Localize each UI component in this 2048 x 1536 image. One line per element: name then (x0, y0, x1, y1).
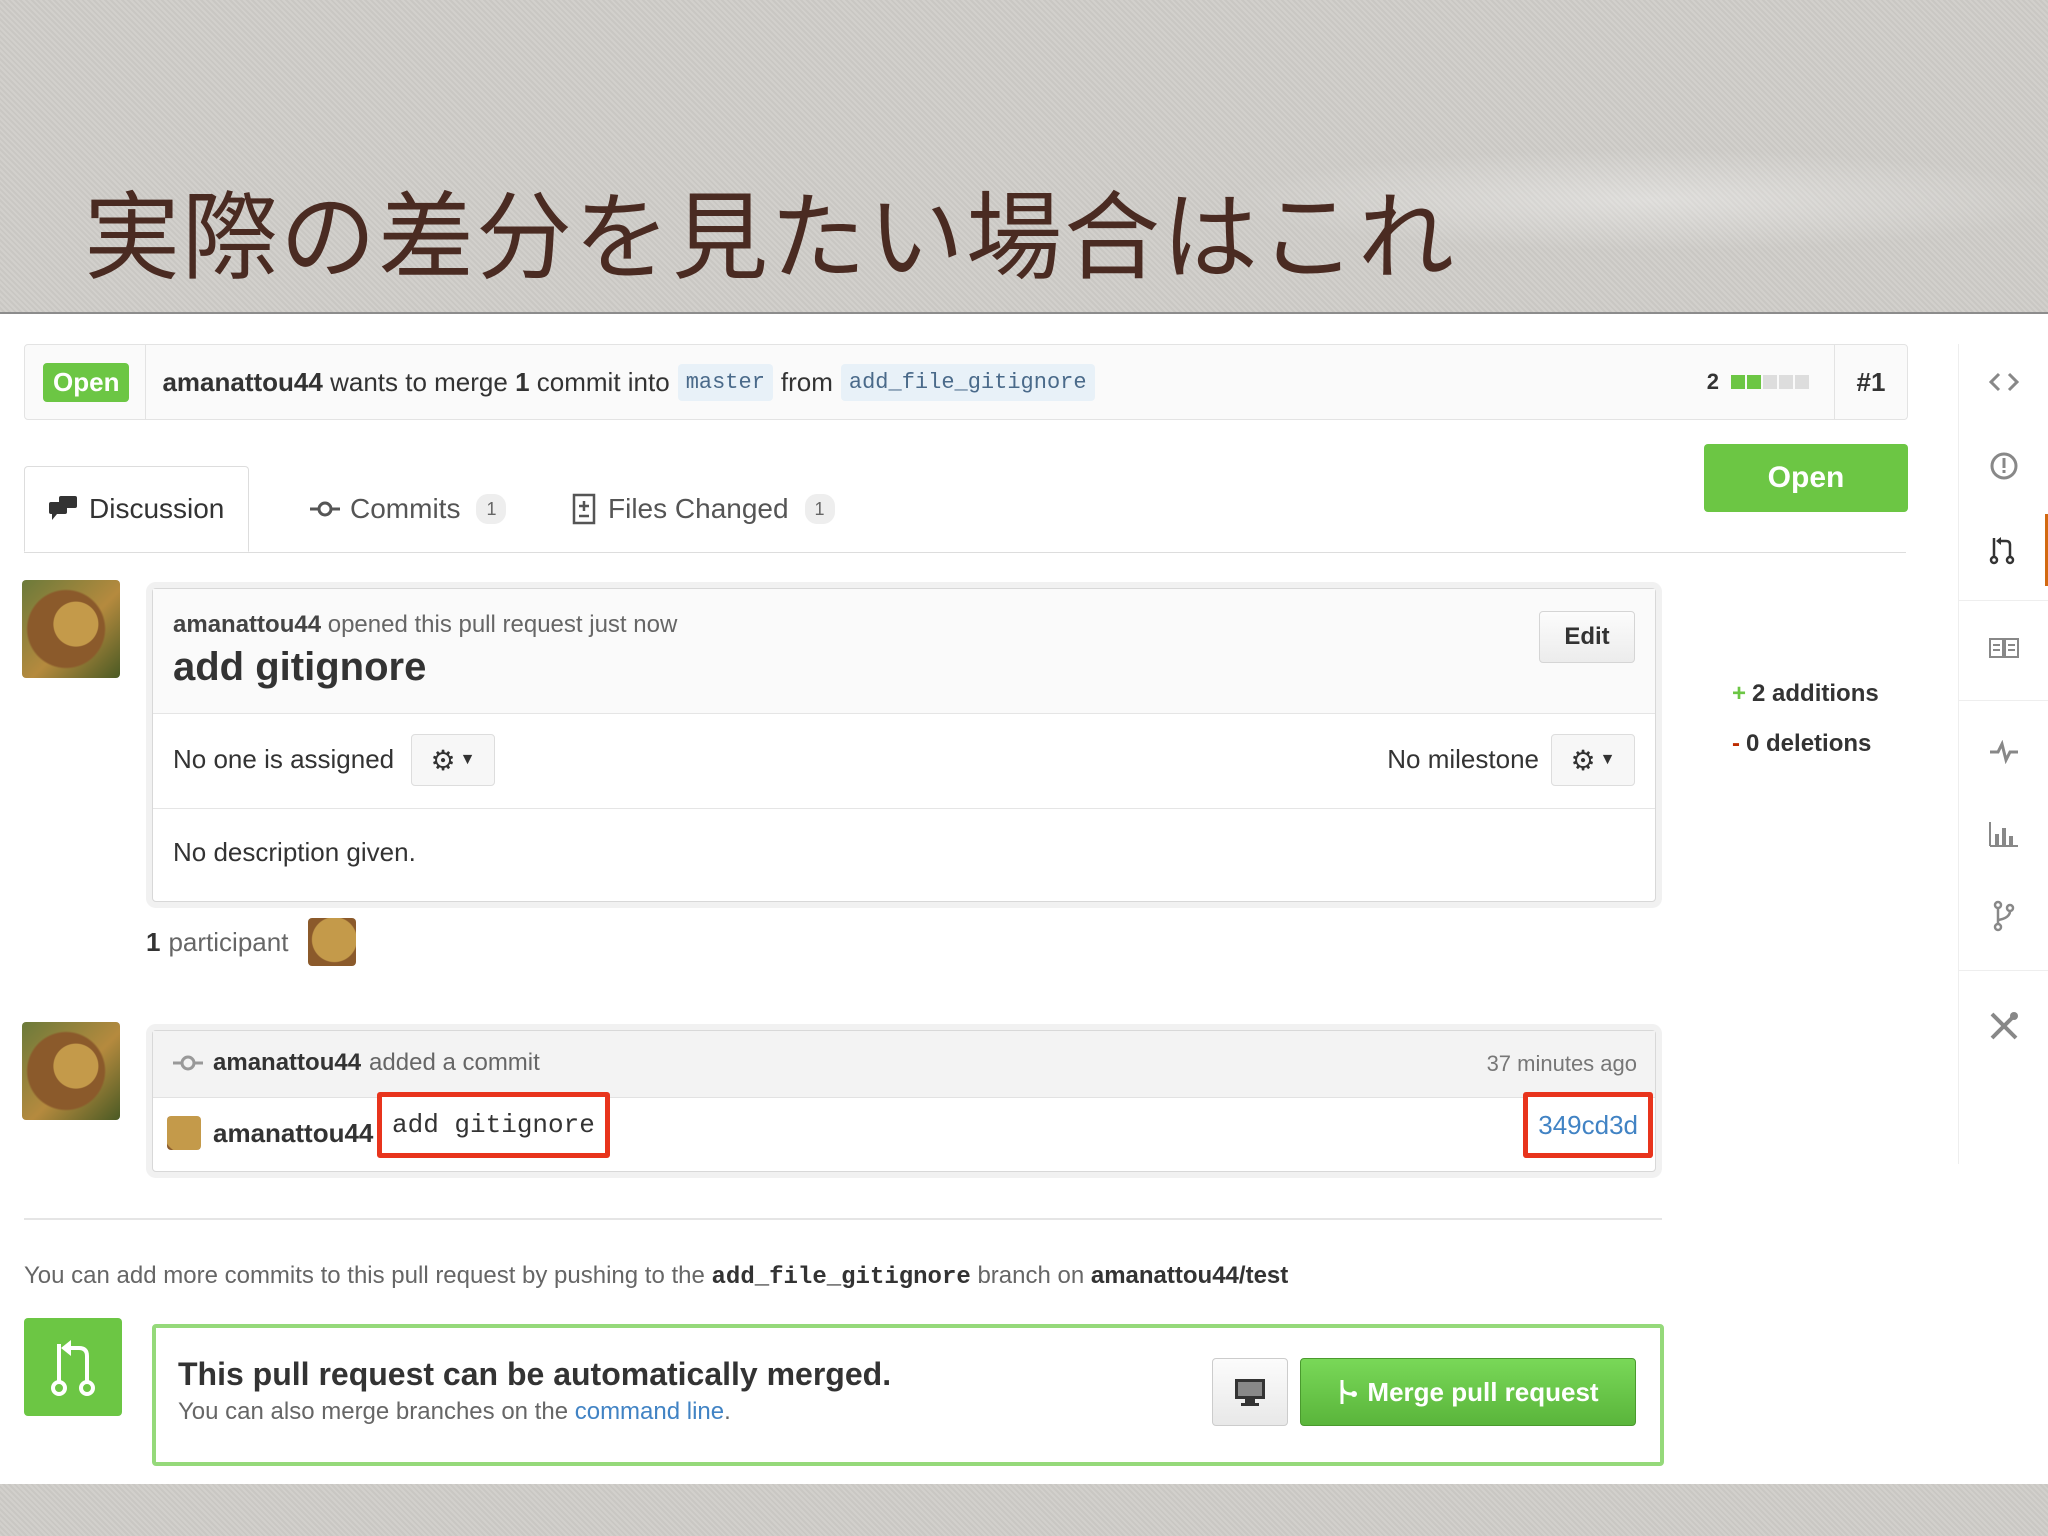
pulse-icon (1990, 740, 2018, 764)
nav-graphs[interactable] (1959, 798, 2048, 870)
assignee-settings-button[interactable]: ⚙ ▼ (411, 734, 495, 786)
assignee-text: No one is assigned (173, 744, 395, 774)
diffstat-block-neutral (1779, 375, 1793, 389)
commits-counter: 1 (476, 494, 507, 524)
diffstat-block-added (1747, 375, 1761, 389)
comment-discussion-icon (49, 496, 77, 520)
participant-avatar[interactable] (308, 918, 357, 966)
pr-header-bar: Open amanattou44 wants to merge 1 commit… (24, 344, 1908, 420)
pr-author-link[interactable]: amanattou44 (162, 367, 322, 398)
git-commit-icon (173, 1055, 203, 1071)
files-changed-counter: 1 (804, 494, 835, 524)
timeline-divider (24, 1218, 1662, 1220)
merge-card: This pull request can be automatically m… (152, 1324, 1664, 1466)
gear-icon: ⚙ (430, 744, 456, 776)
commit-event-header: amanattou44 added a commit 37 minutes ag… (153, 1031, 1655, 1098)
gear-icon: ⚙ (1570, 744, 1596, 776)
merge-pull-request-button[interactable]: Merge pull request (1300, 1358, 1636, 1426)
diffstat-block-added (1731, 375, 1745, 389)
push-note: You can add more commits to this pull re… (24, 1262, 1289, 1291)
git-commit-icon (310, 501, 340, 517)
pr-title: add gitignore (173, 645, 427, 689)
command-line-instructions-button[interactable] (1212, 1358, 1288, 1426)
issue-opened-icon (1990, 452, 2018, 480)
tab-discussion[interactable]: Discussion (24, 466, 250, 552)
pr-description-body: No description given. (153, 809, 1655, 895)
opener-author-link[interactable]: amanattou44 (173, 611, 321, 638)
pull-request-icon (51, 1340, 95, 1396)
additions-stat: +2 additions (1732, 680, 1879, 707)
tab-commits[interactable]: Commits 1 (286, 466, 530, 552)
merge-status-icon-box (24, 1318, 122, 1416)
caret-down-icon: ▼ (459, 751, 476, 768)
pr-description-card: amanattou44 opened this pull request jus… (152, 588, 1656, 902)
diffstat-block-neutral (1795, 375, 1809, 389)
assignee-milestone-row: No one is assigned ⚙ ▼ No milestone ⚙ ▼ (153, 714, 1655, 809)
desktop-icon (1235, 1379, 1265, 1406)
author-avatar[interactable] (22, 580, 120, 678)
pr-merge-summary: amanattou44 wants to merge 1 commit into… (162, 363, 1102, 401)
nav-settings[interactable] (1959, 990, 2048, 1062)
commit-author-avatar[interactable] (22, 1022, 120, 1120)
slide-footer-band (0, 1484, 2048, 1536)
repo-link[interactable]: amanattou44/test (1091, 1262, 1288, 1289)
commit-event-author-link[interactable]: amanattou44 (213, 1049, 361, 1077)
milestone-settings-button[interactable]: ⚙ ▼ (1551, 734, 1635, 786)
commit-event-card: amanattou44 added a commit 37 minutes ag… (152, 1030, 1656, 1172)
pr-tabs: Discussion Commits 1 Files Changed 1 (24, 466, 1906, 553)
slide-title: 実際の差分を見たい場合はこれ (84, 182, 1456, 294)
tab-files-changed[interactable]: Files Changed 1 (548, 466, 859, 552)
book-icon (1989, 638, 2019, 658)
commit-row-author[interactable]: amanattou44 (213, 1118, 373, 1149)
caret-down-icon: ▼ (1599, 751, 1616, 768)
merge-subtitle: You can also merge branches on the comma… (178, 1398, 731, 1425)
commit-row: amanattou44 add gitignore 349cd3d (153, 1092, 1655, 1170)
tools-icon (1990, 1012, 2018, 1040)
diffstat-blocks (1731, 375, 1811, 389)
graph-icon (1989, 822, 2018, 847)
opened-by: amanattou44 opened this pull request jus… (173, 611, 678, 638)
commit-row-avatar[interactable] (167, 1116, 201, 1150)
github-pull-request-page: Open amanattou44 wants to merge 1 commit… (0, 314, 2048, 1484)
deletions-stat: -0 deletions (1732, 730, 1872, 757)
diffstat-count: 2 (1706, 369, 1719, 394)
network-icon (1993, 900, 2015, 932)
nav-network[interactable] (1959, 880, 2048, 952)
participants: 1 participant (146, 918, 357, 966)
pr-state-indicator: Open (1704, 444, 1908, 512)
commit-message-link[interactable]: add gitignore (377, 1092, 610, 1158)
diffstat[interactable]: 2 (1707, 369, 1811, 395)
pr-description-text: No description given. (173, 837, 416, 867)
command-line-link[interactable]: command line (575, 1398, 724, 1425)
nav-pull-requests[interactable] (1959, 514, 2048, 586)
repo-nav (1958, 344, 2048, 1164)
code-icon (1989, 372, 2019, 392)
participant-count: 1 (146, 926, 161, 957)
git-merge-icon (1340, 1380, 1358, 1404)
edit-button[interactable]: Edit (1539, 611, 1635, 663)
push-branch-name: add_file_gitignore (711, 1264, 971, 1291)
merge-title: This pull request can be automatically m… (178, 1356, 892, 1392)
milestone-text: No milestone (1387, 744, 1539, 774)
pr-description-header: amanattou44 opened this pull request jus… (153, 589, 1655, 714)
state-badge: Open (43, 362, 130, 402)
diffstat-block-neutral (1763, 375, 1777, 389)
slide-header: 実際の差分を見たい場合はこれ (0, 0, 2048, 314)
nav-code[interactable] (1959, 346, 2048, 418)
pr-number: #1 (1834, 345, 1907, 419)
pull-request-icon (1989, 537, 2015, 565)
diff-icon (572, 493, 596, 525)
head-branch[interactable]: add_file_gitignore (840, 363, 1095, 401)
base-branch[interactable]: master (677, 363, 773, 401)
nav-wiki[interactable] (1959, 612, 2048, 684)
commit-event-time: 37 minutes ago (1486, 1051, 1637, 1076)
nav-pulse[interactable] (1959, 716, 2048, 788)
commit-sha-link[interactable]: 349cd3d (1523, 1092, 1653, 1158)
nav-issues[interactable] (1959, 430, 2048, 502)
